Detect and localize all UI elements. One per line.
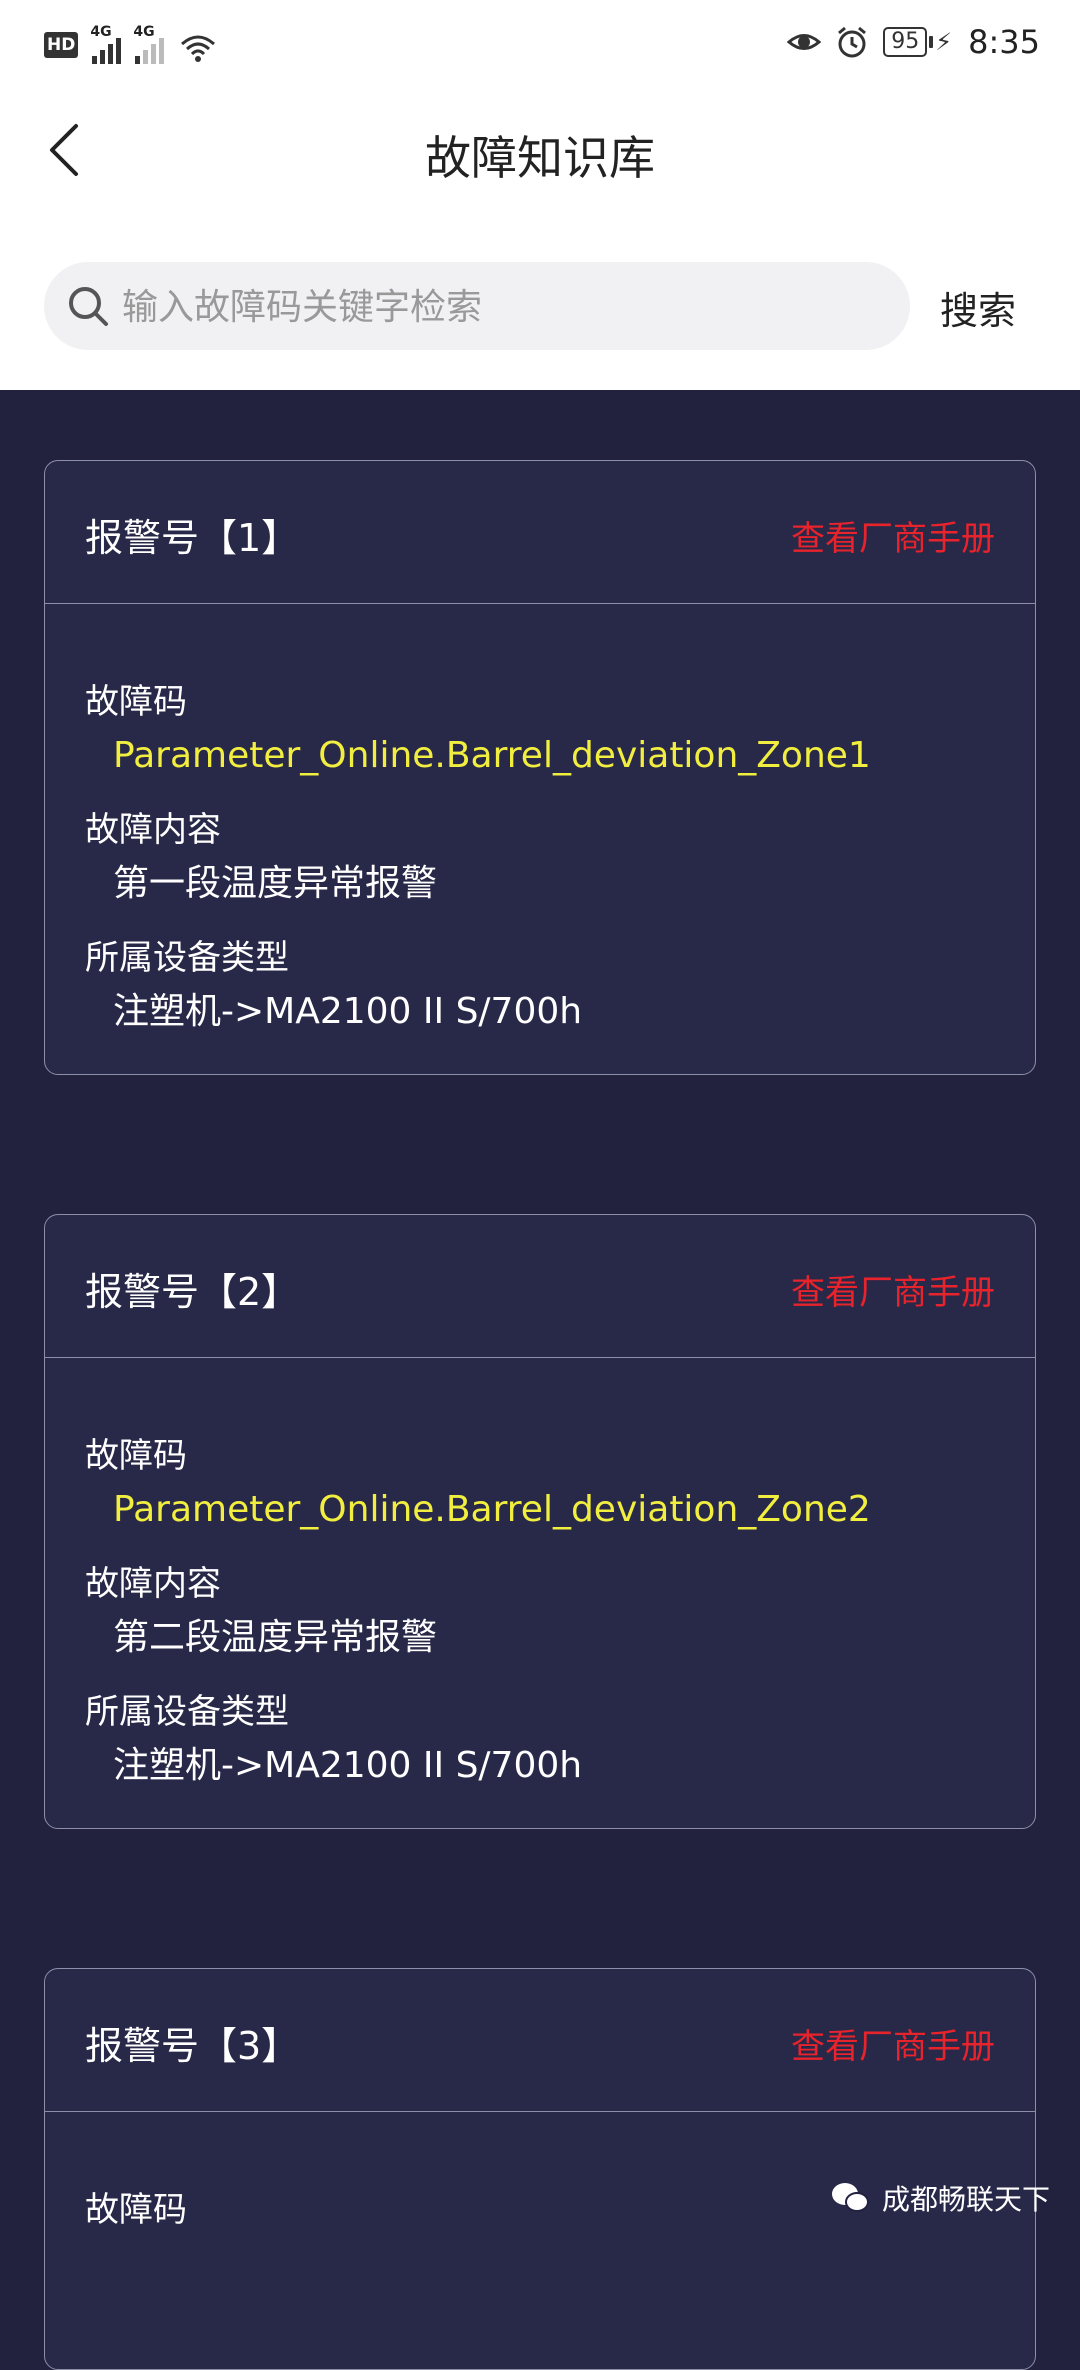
fault-card: 报警号【1】 查看厂商手册 故障码 Parameter_Online.Barre… (44, 460, 1036, 1075)
card-header: 报警号【3】 查看厂商手册 (45, 1969, 1035, 2112)
card-header: 报警号【2】 查看厂商手册 (45, 1215, 1035, 1358)
search-button[interactable]: 搜索 (940, 280, 1016, 335)
alarm-number: 报警号【2】 (85, 1270, 300, 1314)
device-type-value: 注塑机->MA2100 II S/700h (113, 991, 583, 1032)
signal-icon: 4G (90, 24, 122, 64)
signal-icon-2: 4G (133, 24, 165, 64)
fault-code-label: 故障码 (85, 1436, 187, 1476)
page-title: 故障知识库 (425, 131, 655, 185)
search-icon (69, 287, 108, 326)
device-type-value: 注塑机->MA2100 II S/700h (113, 1745, 583, 1786)
fault-card: 报警号【3】 查看厂商手册 故障码 (44, 1968, 1036, 2370)
view-manual-link[interactable]: 查看厂商手册 (791, 2019, 995, 2068)
search-input[interactable] (120, 262, 884, 352)
fault-card: 报警号【2】 查看厂商手册 故障码 Parameter_Online.Barre… (44, 1214, 1036, 1829)
fault-code-value: Parameter_Online.Barrel_deviation_Zone1 (113, 735, 871, 776)
fault-code-value: Parameter_Online.Barrel_deviation_Zone2 (113, 1489, 871, 1530)
card-body: 故障码 Parameter_Online.Barrel_deviation_Zo… (45, 1358, 1035, 1828)
alarm-number: 报警号【1】 (85, 516, 300, 560)
battery-level: 95 (883, 27, 928, 57)
alarm-clock-icon (838, 26, 867, 58)
view-manual-link[interactable]: 查看厂商手册 (791, 1265, 995, 1314)
search-box[interactable] (44, 262, 910, 352)
device-type-label: 所属设备类型 (85, 1692, 289, 1732)
device-type-label: 所属设备类型 (85, 938, 289, 978)
signal-label: 4G (90, 24, 112, 40)
charging-icon: ⚡ (935, 28, 953, 56)
battery-icon: 95 ⚡ (883, 27, 952, 57)
status-bar: HD 4G 4G 95 ⚡ 8:35 (0, 0, 1080, 84)
clock: 8:35 (968, 23, 1040, 61)
fault-content-label: 故障内容 (85, 810, 221, 850)
fault-content-value: 第一段温度异常报警 (113, 863, 438, 904)
wechat-icon (831, 2183, 869, 2212)
header: 故障知识库 (0, 84, 1080, 214)
watermark: 成都畅联天下 (830, 2178, 1050, 2218)
wifi-icon (181, 35, 216, 62)
search-area: 搜索 (0, 214, 1080, 390)
fault-code-label: 故障码 (85, 682, 187, 722)
eye-icon (787, 34, 822, 50)
view-manual-link[interactable]: 查看厂商手册 (791, 511, 995, 560)
alarm-number: 报警号【3】 (85, 2024, 300, 2068)
hd-badge: HD (44, 32, 79, 58)
fault-content-value: 第二段温度异常报警 (113, 1617, 438, 1658)
card-body: 故障码 Parameter_Online.Barrel_deviation_Zo… (45, 604, 1035, 1074)
fault-content-label: 故障内容 (85, 1564, 221, 1604)
signal-label-2: 4G (133, 24, 155, 40)
card-header: 报警号【1】 查看厂商手册 (45, 461, 1035, 604)
watermark-text: 成都畅联天下 (881, 2183, 1050, 2216)
